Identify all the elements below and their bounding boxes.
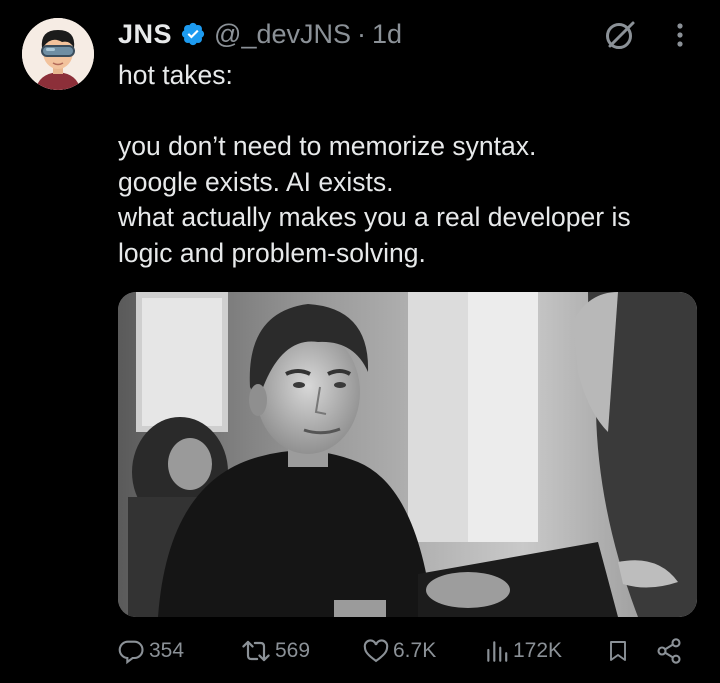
timestamp[interactable]: 1d <box>372 19 402 50</box>
view-count: 172K <box>513 639 563 662</box>
like-icon <box>363 639 389 663</box>
action-bar: 354 569 6.7K 172K <box>0 630 720 672</box>
repost-icon <box>242 640 270 662</box>
like-count: 6.7K <box>393 639 437 662</box>
views-icon <box>487 641 508 662</box>
verified-badge-icon <box>180 21 206 47</box>
reply-button[interactable]: 354 <box>118 630 184 672</box>
tweet-line: logic and problem-solving. <box>118 237 426 268</box>
grok-icon[interactable] <box>602 17 638 53</box>
tweet-photo[interactable] <box>118 292 697 617</box>
share-button[interactable] <box>654 630 687 672</box>
like-button[interactable]: 6.7K <box>362 630 436 672</box>
repost-button[interactable]: 569 <box>240 630 310 672</box>
repost-count: 569 <box>275 639 311 662</box>
handle[interactable]: @_devJNS <box>214 19 351 50</box>
tweet-line: hot takes: <box>118 60 233 90</box>
share-icon <box>657 638 681 664</box>
views-button[interactable]: 172K <box>484 630 562 672</box>
tweet-header: JNS @_devJNS · 1d <box>118 14 402 54</box>
reply-icon <box>118 640 144 665</box>
more-options-icon[interactable] <box>668 18 692 52</box>
display-name[interactable]: JNS <box>118 19 172 50</box>
tweet-line: google exists. AI exists. <box>118 166 394 197</box>
tweet[interactable]: JNS @_devJNS · 1d hot takes: you don’t n… <box>0 0 720 683</box>
tweet-text: hot takes: you don’t need to memorize sy… <box>118 58 708 271</box>
bookmark-icon <box>610 641 626 661</box>
reply-count: 354 <box>149 639 185 662</box>
bookmark-button[interactable] <box>606 630 633 672</box>
tweet-line: what actually makes you a real developer… <box>118 202 631 232</box>
tweet-line: you don’t need to memorize syntax. <box>118 131 537 161</box>
separator-dot: · <box>357 18 366 49</box>
avatar[interactable] <box>22 18 94 90</box>
tweet-line-blank <box>118 94 708 130</box>
